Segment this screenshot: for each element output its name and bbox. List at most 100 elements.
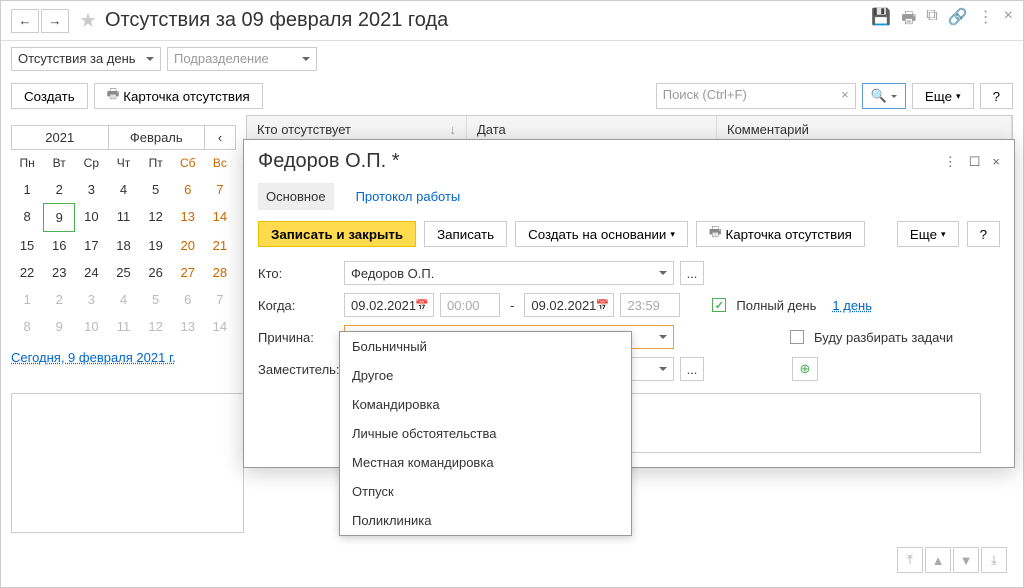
tab-main[interactable]: Основное [258, 183, 334, 210]
calendar-day[interactable]: 15 [11, 232, 43, 259]
calendar-day[interactable]: 12 [140, 313, 172, 340]
handle-tasks-checkbox[interactable] [790, 330, 804, 344]
calendar-day[interactable]: 11 [107, 313, 139, 340]
date-to-input[interactable]: 09.02.2021📅 [524, 293, 614, 317]
calendar-day[interactable]: 9 [43, 313, 75, 340]
calendar-day[interactable]: 5 [140, 286, 172, 313]
save-close-button[interactable]: Записать и закрыть [258, 221, 416, 247]
forward-button[interactable]: → [41, 9, 69, 33]
search-input[interactable]: Поиск (Ctrl+F) × [656, 83, 856, 109]
calendar-day[interactable]: 18 [107, 232, 139, 259]
who-input[interactable]: Федоров О.П. [344, 261, 674, 285]
dropdown-item[interactable]: Командировка [340, 390, 631, 419]
dropdown-item[interactable]: Другое [340, 361, 631, 390]
dropdown-item[interactable]: Отпуск [340, 477, 631, 506]
calendar-day[interactable]: 5 [140, 176, 172, 203]
calendar-day[interactable]: 13 [172, 203, 204, 232]
create-from-button[interactable]: Создать на основании ▾ [515, 221, 688, 247]
modal-more-button[interactable]: Еще ▾ [897, 221, 959, 247]
absence-card-button[interactable]: Карточка отсутствия [94, 83, 263, 109]
preview-icon[interactable]: ⧉ [926, 7, 937, 34]
dropdown-item[interactable]: Поликлиника [340, 506, 631, 535]
calendar-day[interactable]: 21 [204, 232, 236, 259]
calendar-month[interactable]: Февраль [109, 126, 206, 149]
calendar-year[interactable]: 2021 [12, 126, 109, 149]
calendar-day[interactable]: 17 [75, 232, 107, 259]
calendar-day[interactable]: 1 [11, 176, 43, 203]
today-link[interactable]: Сегодня, 9 февраля 2021 г. [11, 350, 236, 365]
calendar-day[interactable]: 8 [11, 203, 43, 232]
calendar-day[interactable]: 6 [172, 176, 204, 203]
calendar-day[interactable]: 16 [43, 232, 75, 259]
substitute-lookup-button[interactable]: ... [680, 357, 704, 381]
calendar-prev[interactable]: ‹ [205, 126, 235, 149]
create-button[interactable]: Создать [11, 83, 88, 109]
dropdown-item[interactable]: Больничный [340, 332, 631, 361]
modal-help-button[interactable]: ? [967, 221, 1000, 247]
time-to-input[interactable]: 23:59 [620, 293, 680, 317]
modal-close-icon[interactable]: × [992, 154, 1000, 170]
filter-toolbar: Отсутствия за день Подразделение [1, 41, 1023, 77]
modal-more-icon[interactable]: ⋮ [944, 154, 957, 170]
calendar-day[interactable]: 20 [172, 232, 204, 259]
time-from-input[interactable]: 00:00 [440, 293, 500, 317]
calendar-day[interactable]: 2 [43, 176, 75, 203]
calendar-day[interactable]: 25 [107, 259, 139, 286]
help-button[interactable]: ? [980, 83, 1013, 109]
calendar-day[interactable]: 11 [107, 203, 139, 232]
calendar-day[interactable]: 28 [204, 259, 236, 286]
calendar-day[interactable]: 9 [43, 203, 75, 232]
calendar-day[interactable]: 4 [107, 286, 139, 313]
calendar-day[interactable]: 23 [43, 259, 75, 286]
who-lookup-button[interactable]: ... [680, 261, 704, 285]
more-button[interactable]: Еще ▾ [912, 83, 974, 109]
calendar-day[interactable]: 2 [43, 286, 75, 313]
calendar-day[interactable]: 8 [11, 313, 43, 340]
favorite-icon[interactable]: ★ [79, 8, 97, 33]
tab-log[interactable]: Протокол работы [348, 183, 469, 210]
calendar-day[interactable]: 4 [107, 176, 139, 203]
calendar-day[interactable]: 26 [140, 259, 172, 286]
calendar-day[interactable]: 13 [172, 313, 204, 340]
calendar-day[interactable]: 1 [11, 286, 43, 313]
modal-maximize-icon[interactable]: ☐ [969, 154, 981, 170]
calendar-day[interactable]: 6 [172, 286, 204, 313]
list-top-button[interactable]: ⤒ [897, 547, 923, 573]
calendar-icon[interactable]: 📅 [596, 299, 610, 312]
dropdown-item[interactable]: Местная командировка [340, 448, 631, 477]
save-icon[interactable]: 💾 [871, 7, 891, 34]
calendar-day[interactable]: 10 [75, 203, 107, 232]
list-down-button[interactable]: ▼ [953, 547, 979, 573]
calendar-day[interactable]: 3 [75, 176, 107, 203]
list-bottom-button[interactable]: ⤓ [981, 547, 1007, 573]
calendar-day[interactable]: 14 [204, 313, 236, 340]
add-substitute-button[interactable]: ⊕ [792, 357, 818, 381]
calendar-day[interactable]: 27 [172, 259, 204, 286]
calendar-day[interactable]: 7 [204, 286, 236, 313]
calendar-day[interactable]: 19 [140, 232, 172, 259]
calendar-day[interactable]: 7 [204, 176, 236, 203]
department-selector[interactable]: Подразделение [167, 47, 317, 71]
calendar-day[interactable]: 24 [75, 259, 107, 286]
calendar-day[interactable]: 3 [75, 286, 107, 313]
full-day-checkbox[interactable]: ✓ [712, 298, 726, 312]
link-icon[interactable]: 🔗 [948, 7, 968, 34]
calendar-day[interactable]: 12 [140, 203, 172, 232]
list-up-button[interactable]: ▲ [925, 547, 951, 573]
calendar-day[interactable]: 22 [11, 259, 43, 286]
date-from-input[interactable]: 09.02.2021📅 [344, 293, 434, 317]
calendar-day[interactable]: 10 [75, 313, 107, 340]
calendar-day[interactable]: 14 [204, 203, 236, 232]
dropdown-item[interactable]: Личные обстоятельства [340, 419, 631, 448]
back-button[interactable]: ← [11, 9, 39, 33]
modal-card-button[interactable]: Карточка отсутствия [696, 221, 865, 247]
search-button[interactable]: 🔍 [862, 83, 906, 109]
more-icon[interactable]: ⋮ [978, 7, 994, 34]
view-selector[interactable]: Отсутствия за день [11, 47, 161, 71]
one-day-link[interactable]: 1 день [832, 298, 872, 313]
save-button[interactable]: Записать [424, 221, 507, 247]
clear-search-icon[interactable]: × [841, 87, 849, 102]
print-icon[interactable]: 🖶 [901, 7, 916, 34]
close-icon[interactable]: × [1004, 7, 1013, 34]
calendar-icon[interactable]: 📅 [415, 299, 429, 312]
